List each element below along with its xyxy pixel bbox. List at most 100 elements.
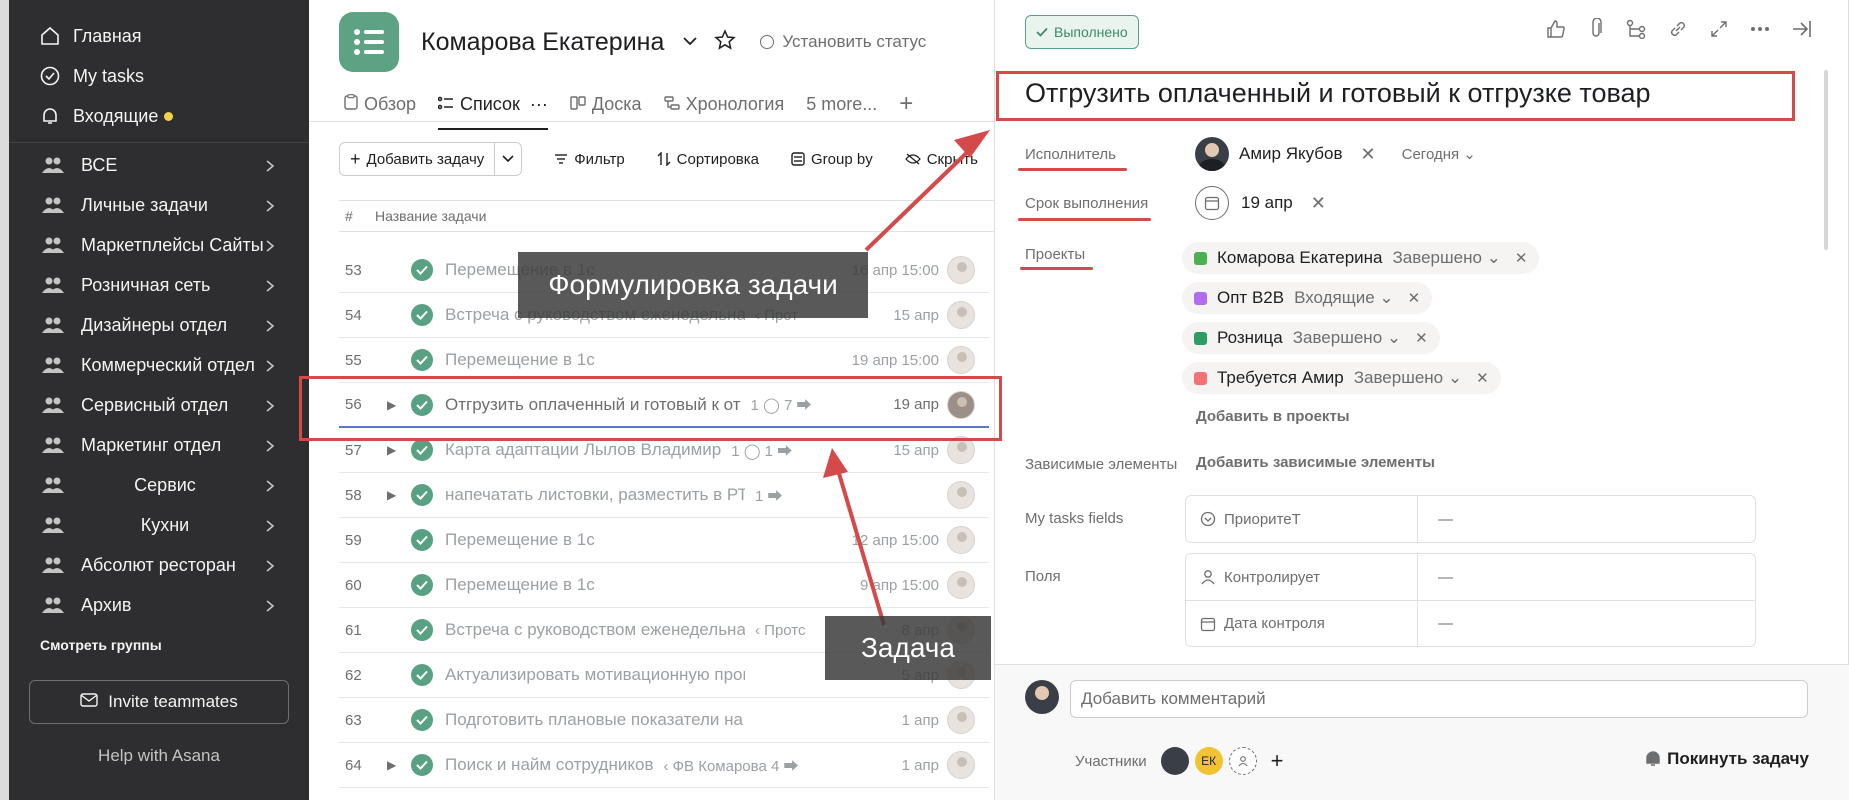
avatar[interactable]	[947, 751, 975, 779]
avatar[interactable]	[947, 571, 975, 599]
thumbs-up-icon[interactable]	[1546, 19, 1566, 39]
project-section-dropdown[interactable]: Завершено ⌄	[1393, 248, 1501, 268]
task-name[interactable]: Перемещение в 1с	[445, 530, 595, 550]
subtask-icon[interactable]	[1626, 19, 1646, 39]
chevron-right-icon[interactable]	[265, 477, 281, 493]
due-date[interactable]: 19 апр 15:00	[847, 351, 939, 369]
table-row[interactable]: 63 Подготовить плановые показатели на сле…	[339, 698, 989, 743]
completed-badge[interactable]: Выполнено	[1025, 15, 1139, 49]
add-task-main[interactable]: + Добавить задачу	[340, 143, 496, 175]
priority-field[interactable]: ПриоритеТ —	[1186, 496, 1755, 542]
star-icon[interactable]	[714, 28, 737, 56]
plus-icon[interactable]: +	[1271, 748, 1284, 774]
completed-check-icon[interactable]	[411, 259, 433, 281]
sidebar-team-item[interactable]: Абсолют ресторан	[9, 545, 309, 585]
add-task-dropdown[interactable]	[495, 155, 521, 163]
chevron-right-icon[interactable]	[265, 517, 281, 533]
remove-project-icon[interactable]: ✕	[1408, 289, 1421, 307]
project-tag[interactable]: Розница Завершено ⌄ ✕	[1182, 322, 1440, 354]
more-dots-icon[interactable]: ···	[530, 94, 548, 115]
nav-inbox[interactable]: Входящие	[9, 96, 309, 136]
due-date[interactable]: 1 апр	[897, 711, 939, 729]
sidebar-team-item[interactable]: Коммерческий отдел	[9, 345, 309, 385]
chevron-right-icon[interactable]	[265, 237, 281, 253]
assignee-when-dropdown[interactable]: Сегодня ⌄	[1402, 145, 1476, 163]
add-collaborator-icon[interactable]	[1228, 747, 1257, 775]
link-icon[interactable]	[1668, 19, 1688, 39]
sidebar-team-item[interactable]: Маркетинг отдел	[9, 425, 309, 465]
nav-my-tasks[interactable]: My tasks	[9, 56, 309, 96]
tab-list[interactable]: Список ···	[437, 88, 548, 130]
expand-subtasks-icon[interactable]: ▶	[387, 488, 403, 502]
expand-subtasks-icon[interactable]: ▶	[387, 758, 403, 772]
sidebar-team-item[interactable]: Дизайнеры отдел	[9, 305, 309, 345]
comment-input[interactable]: Добавить комментарий	[1070, 680, 1808, 718]
table-row[interactable]: 64 ▶ Поиск и найм сотрудников ‹ ФВ Комарова…	[339, 743, 989, 788]
chevron-right-icon[interactable]	[265, 317, 281, 333]
assignee-field[interactable]: Амир Якубов ✕ Сегодня ⌄	[1195, 137, 1476, 171]
avatar[interactable]	[947, 256, 975, 284]
chevron-right-icon[interactable]	[265, 277, 281, 293]
completed-check-icon[interactable]	[411, 754, 433, 776]
tab-overview[interactable]: Обзор	[344, 88, 416, 120]
sidebar-team-item[interactable]: Личные задачи	[9, 185, 309, 225]
tab-timeline[interactable]: Хронология	[663, 88, 784, 120]
detail-scrollbar[interactable]	[1824, 70, 1828, 250]
attachment-icon[interactable]	[1588, 18, 1604, 40]
due-date[interactable]: 15 апр	[889, 441, 939, 459]
hide-button[interactable]: Скрыть	[904, 151, 978, 168]
completed-check-icon[interactable]	[411, 664, 433, 686]
remove-project-icon[interactable]: ✕	[1415, 329, 1428, 347]
chevron-down-icon[interactable]	[682, 33, 698, 51]
completed-check-icon[interactable]	[411, 304, 433, 326]
avatar[interactable]	[947, 706, 975, 734]
task-name[interactable]: Перемещение в 1с	[445, 575, 595, 595]
completed-check-icon[interactable]	[411, 484, 433, 506]
completed-check-icon[interactable]	[411, 619, 433, 641]
chevron-right-icon[interactable]	[265, 437, 281, 453]
avatar[interactable]	[947, 481, 975, 509]
close-panel-icon[interactable]	[1792, 20, 1812, 38]
completed-check-icon[interactable]	[411, 349, 433, 371]
chevron-right-icon[interactable]	[265, 357, 281, 373]
expand-subtasks-icon[interactable]: ▶	[387, 443, 403, 457]
table-row[interactable]: 58 ▶ напечатать листовки, разместить в РТТ…	[339, 473, 989, 518]
see-groups-link[interactable]: Смотреть группы	[9, 625, 309, 653]
remove-project-icon[interactable]: ✕	[1515, 249, 1528, 267]
project-tag[interactable]: Требуется Амир Завершено ⌄ ✕	[1182, 362, 1501, 394]
nav-home[interactable]: Главная	[9, 16, 309, 56]
set-status-button[interactable]: Установить статус	[760, 32, 926, 52]
task-name[interactable]: Перемещение в 1с	[445, 350, 595, 370]
completed-check-icon[interactable]	[411, 439, 433, 461]
table-row[interactable]: 59 Перемещение в 1с 12 апр 15:00	[339, 518, 989, 563]
task-name[interactable]: Встреча с руководством еженедельная	[445, 620, 745, 640]
invite-teammates-button[interactable]: Invite teammates	[29, 680, 289, 724]
controller-field[interactable]: Контролирует —	[1186, 554, 1755, 600]
remove-project-icon[interactable]: ✕	[1476, 369, 1489, 387]
chevron-right-icon[interactable]	[265, 397, 281, 413]
add-tab-icon[interactable]: +	[899, 90, 913, 118]
chevron-right-icon[interactable]	[265, 197, 281, 213]
completed-check-icon[interactable]	[411, 709, 433, 731]
help-link[interactable]: Help with Asana	[9, 746, 309, 766]
completed-check-icon[interactable]	[411, 529, 433, 551]
avatar[interactable]	[947, 346, 975, 374]
leave-task-button[interactable]: Покинуть задачу	[1645, 749, 1809, 769]
project-section-dropdown[interactable]: Завершено ⌄	[1354, 368, 1462, 388]
due-date-field[interactable]: 19 апр ✕	[1195, 186, 1326, 220]
project-tag[interactable]: Опт B2B Входящие ⌄ ✕	[1182, 282, 1433, 314]
expand-icon[interactable]	[1710, 20, 1728, 38]
sidebar-team-item[interactable]: Сервисный отдел	[9, 385, 309, 425]
chevron-right-icon[interactable]	[265, 157, 281, 173]
sidebar-team-item[interactable]: Розничная сеть	[9, 265, 309, 305]
tab-more[interactable]: 5 more...	[806, 88, 877, 120]
filter-button[interactable]: Фильтр	[554, 151, 625, 168]
chevron-right-icon[interactable]	[265, 557, 281, 573]
sidebar-team-item[interactable]: Кухни	[9, 505, 309, 545]
sidebar-team-item[interactable]: Архив	[9, 585, 309, 625]
sort-button[interactable]: Сортировка	[657, 151, 759, 168]
due-date[interactable]: 1 апр	[897, 756, 939, 774]
control-date-field[interactable]: Дата контроля —	[1186, 600, 1755, 646]
due-date[interactable]: 12 апр 15:00	[847, 531, 939, 549]
more-icon[interactable]	[1750, 26, 1770, 32]
